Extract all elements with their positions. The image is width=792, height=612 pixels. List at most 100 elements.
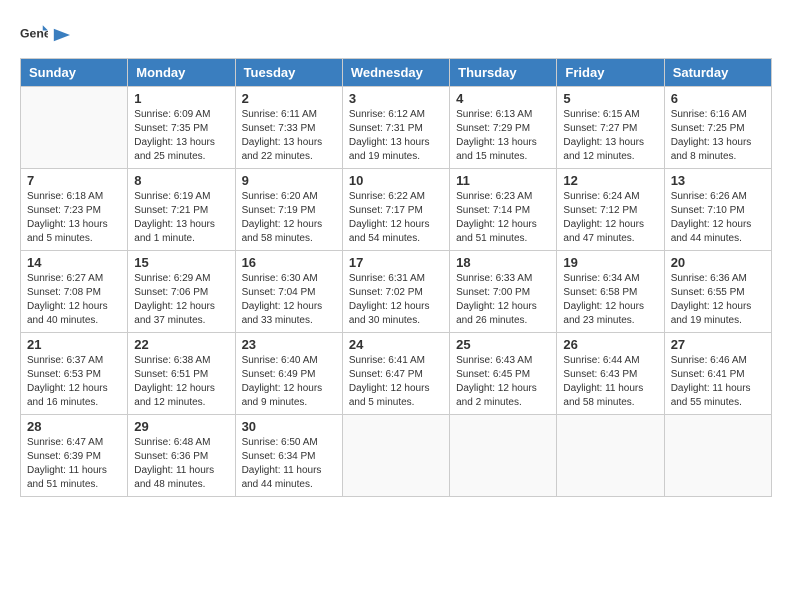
day-info: Sunrise: 6:36 AMSunset: 6:55 PMDaylight:… — [671, 272, 765, 328]
calendar-day-cell: 3 Sunrise: 6:12 AMSunset: 7:31 PMDaylight… — [342, 87, 449, 169]
col-thursday: Thursday — [450, 59, 557, 87]
day-number: 7 — [27, 173, 121, 188]
day-info: Sunrise: 6:11 AMSunset: 7:33 PMDaylight:… — [242, 108, 336, 164]
calendar-day-cell: 29 Sunrise: 6:48 AMSunset: 6:36 PMDayligh… — [128, 415, 235, 497]
calendar-day-cell: 19 Sunrise: 6:34 AMSunset: 6:58 PMDayligh… — [557, 251, 664, 333]
day-number: 21 — [27, 337, 121, 352]
calendar-day-cell: 30 Sunrise: 6:50 AMSunset: 6:34 PMDayligh… — [235, 415, 342, 497]
calendar-day-cell — [557, 415, 664, 497]
day-number: 10 — [349, 173, 443, 188]
day-info: Sunrise: 6:50 AMSunset: 6:34 PMDaylight:… — [242, 436, 336, 492]
calendar-day-cell: 6 Sunrise: 6:16 AMSunset: 7:25 PMDaylight… — [664, 87, 771, 169]
day-info: Sunrise: 6:38 AMSunset: 6:51 PMDaylight:… — [134, 354, 228, 410]
day-number: 27 — [671, 337, 765, 352]
logo: General — [20, 20, 70, 48]
day-info: Sunrise: 6:34 AMSunset: 6:58 PMDaylight:… — [563, 272, 657, 328]
calendar-week-row: 21 Sunrise: 6:37 AMSunset: 6:53 PMDayligh… — [21, 333, 772, 415]
day-number: 22 — [134, 337, 228, 352]
calendar-day-cell: 11 Sunrise: 6:23 AMSunset: 7:14 PMDayligh… — [450, 169, 557, 251]
calendar-day-cell: 27 Sunrise: 6:46 AMSunset: 6:41 PMDayligh… — [664, 333, 771, 415]
day-number: 24 — [349, 337, 443, 352]
col-tuesday: Tuesday — [235, 59, 342, 87]
calendar-day-cell: 21 Sunrise: 6:37 AMSunset: 6:53 PMDayligh… — [21, 333, 128, 415]
day-info: Sunrise: 6:23 AMSunset: 7:14 PMDaylight:… — [456, 190, 550, 246]
day-info: Sunrise: 6:15 AMSunset: 7:27 PMDaylight:… — [563, 108, 657, 164]
calendar-day-cell: 26Sunrise: 6:44 AMSunset: 6:43 PMDayligh… — [557, 333, 664, 415]
calendar-day-cell: 12 Sunrise: 6:24 AMSunset: 7:12 PMDayligh… — [557, 169, 664, 251]
day-info: Sunrise: 6:12 AMSunset: 7:31 PMDaylight:… — [349, 108, 443, 164]
day-number: 13 — [671, 173, 765, 188]
calendar-day-cell: 20 Sunrise: 6:36 AMSunset: 6:55 PMDayligh… — [664, 251, 771, 333]
day-info: Sunrise: 6:09 AMSunset: 7:35 PMDaylight:… — [134, 108, 228, 164]
day-number: 3 — [349, 91, 443, 106]
day-number: 30 — [242, 419, 336, 434]
calendar-day-cell — [450, 415, 557, 497]
col-sunday: Sunday — [21, 59, 128, 87]
day-number: 23 — [242, 337, 336, 352]
day-info: Sunrise: 6:33 AMSunset: 7:00 PMDaylight:… — [456, 272, 550, 328]
col-friday: Friday — [557, 59, 664, 87]
calendar-day-cell — [342, 415, 449, 497]
day-number: 25 — [456, 337, 550, 352]
calendar-day-cell: 18 Sunrise: 6:33 AMSunset: 7:00 PMDayligh… — [450, 251, 557, 333]
calendar-day-cell: 16 Sunrise: 6:30 AMSunset: 7:04 PMDayligh… — [235, 251, 342, 333]
day-info: Sunrise: 6:43 AMSunset: 6:45 PMDaylight:… — [456, 354, 550, 410]
day-number: 20 — [671, 255, 765, 270]
calendar-day-cell: 1 Sunrise: 6:09 AMSunset: 7:35 PMDaylight… — [128, 87, 235, 169]
day-number: 18 — [456, 255, 550, 270]
calendar-day-cell: 4Sunrise: 6:13 AMSunset: 7:29 PMDaylight… — [450, 87, 557, 169]
day-number: 28 — [27, 419, 121, 434]
day-info: Sunrise: 6:18 AMSunset: 7:23 PMDaylight:… — [27, 190, 121, 246]
day-info: Sunrise: 6:30 AMSunset: 7:04 PMDaylight:… — [242, 272, 336, 328]
day-number: 15 — [134, 255, 228, 270]
calendar-day-cell: 2 Sunrise: 6:11 AMSunset: 7:33 PMDaylight… — [235, 87, 342, 169]
calendar-day-cell: 22 Sunrise: 6:38 AMSunset: 6:51 PMDayligh… — [128, 333, 235, 415]
day-info: Sunrise: 6:40 AMSunset: 6:49 PMDaylight:… — [242, 354, 336, 410]
day-number: 19 — [563, 255, 657, 270]
calendar-day-cell: 5 Sunrise: 6:15 AMSunset: 7:27 PMDaylight… — [557, 87, 664, 169]
day-number: 12 — [563, 173, 657, 188]
day-info: Sunrise: 6:27 AMSunset: 7:08 PMDaylight:… — [27, 272, 121, 328]
logo-icon: General — [20, 20, 48, 48]
day-number: 16 — [242, 255, 336, 270]
col-saturday: Saturday — [664, 59, 771, 87]
calendar-day-cell: 17Sunrise: 6:31 AMSunset: 7:02 PMDayligh… — [342, 251, 449, 333]
calendar-table: Sunday Monday Tuesday Wednesday Thursday… — [20, 58, 772, 497]
calendar-day-cell: 9 Sunrise: 6:20 AMSunset: 7:19 PMDaylight… — [235, 169, 342, 251]
day-info: Sunrise: 6:47 AMSunset: 6:39 PMDaylight:… — [27, 436, 121, 492]
calendar-day-cell: 25 Sunrise: 6:43 AMSunset: 6:45 PMDayligh… — [450, 333, 557, 415]
calendar-week-row: 7 Sunrise: 6:18 AMSunset: 7:23 PMDaylight… — [21, 169, 772, 251]
calendar-day-cell — [21, 87, 128, 169]
day-info: Sunrise: 6:22 AMSunset: 7:17 PMDaylight:… — [349, 190, 443, 246]
calendar-week-row: 14Sunrise: 6:27 AMSunset: 7:08 PMDayligh… — [21, 251, 772, 333]
day-number: 2 — [242, 91, 336, 106]
day-info: Sunrise: 6:29 AMSunset: 7:06 PMDaylight:… — [134, 272, 228, 328]
page-header: General — [20, 20, 772, 48]
calendar-header-row: Sunday Monday Tuesday Wednesday Thursday… — [21, 59, 772, 87]
day-number: 1 — [134, 91, 228, 106]
day-info: Sunrise: 6:37 AMSunset: 6:53 PMDaylight:… — [27, 354, 121, 410]
calendar-day-cell: 8Sunrise: 6:19 AMSunset: 7:21 PMDaylight… — [128, 169, 235, 251]
day-number: 9 — [242, 173, 336, 188]
calendar-day-cell: 28 Sunrise: 6:47 AMSunset: 6:39 PMDayligh… — [21, 415, 128, 497]
day-number: 11 — [456, 173, 550, 188]
day-number: 17 — [349, 255, 443, 270]
day-info: Sunrise: 6:41 AMSunset: 6:47 PMDaylight:… — [349, 354, 443, 410]
day-info: Sunrise: 6:24 AMSunset: 7:12 PMDaylight:… — [563, 190, 657, 246]
calendar-day-cell: 23 Sunrise: 6:40 AMSunset: 6:49 PMDayligh… — [235, 333, 342, 415]
day-number: 5 — [563, 91, 657, 106]
day-info: Sunrise: 6:46 AMSunset: 6:41 PMDaylight:… — [671, 354, 765, 410]
day-info: Sunrise: 6:20 AMSunset: 7:19 PMDaylight:… — [242, 190, 336, 246]
calendar-week-row: 28 Sunrise: 6:47 AMSunset: 6:39 PMDayligh… — [21, 415, 772, 497]
calendar-day-cell: 15 Sunrise: 6:29 AMSunset: 7:06 PMDayligh… — [128, 251, 235, 333]
calendar-day-cell: 10 Sunrise: 6:22 AMSunset: 7:17 PMDayligh… — [342, 169, 449, 251]
day-info: Sunrise: 6:13 AMSunset: 7:29 PMDaylight:… — [456, 108, 550, 164]
logo-arrow-icon — [52, 26, 70, 44]
calendar-day-cell: 24 Sunrise: 6:41 AMSunset: 6:47 PMDayligh… — [342, 333, 449, 415]
day-info: Sunrise: 6:48 AMSunset: 6:36 PMDaylight:… — [134, 436, 228, 492]
day-number: 6 — [671, 91, 765, 106]
calendar-day-cell: 13Sunrise: 6:26 AMSunset: 7:10 PMDayligh… — [664, 169, 771, 251]
day-info: Sunrise: 6:16 AMSunset: 7:25 PMDaylight:… — [671, 108, 765, 164]
day-number: 8 — [134, 173, 228, 188]
day-number: 29 — [134, 419, 228, 434]
